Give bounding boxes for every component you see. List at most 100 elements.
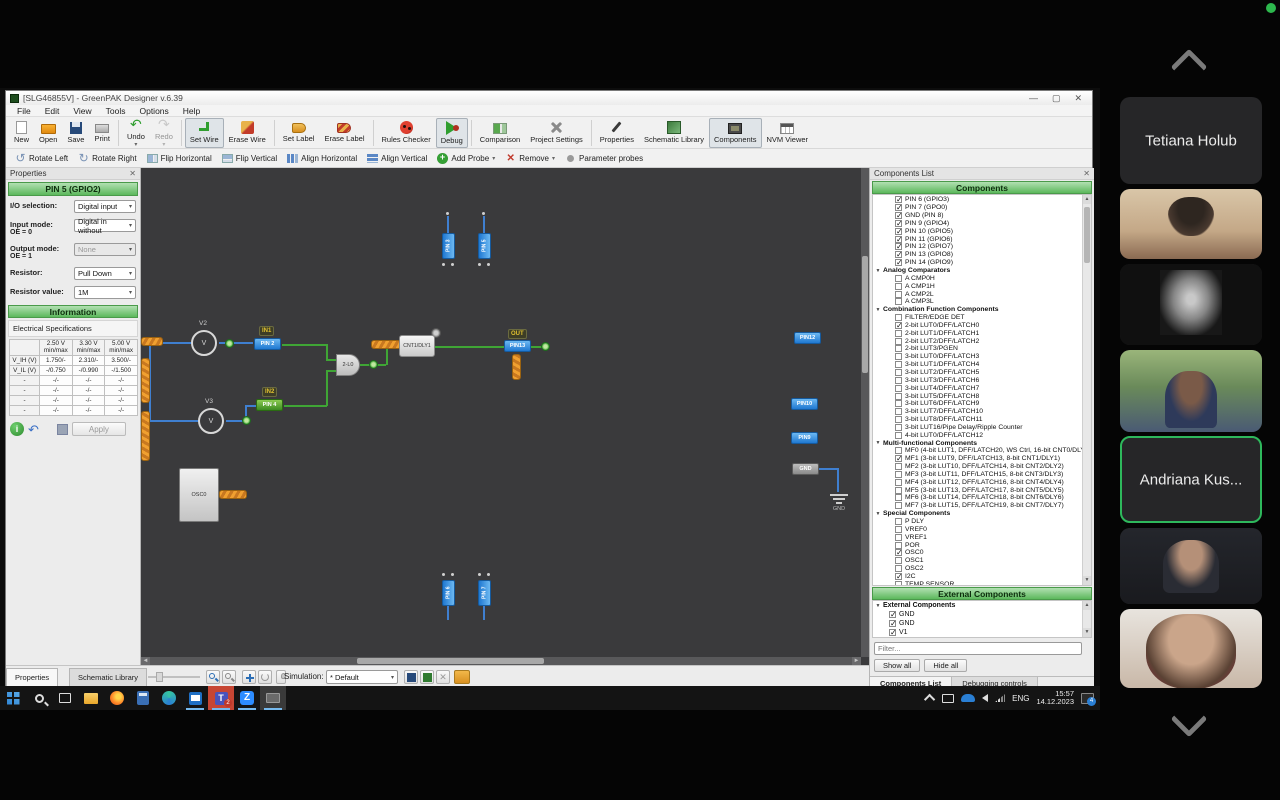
component-item[interactable]: 3-bit LUT2/DFF/LATCH5 — [873, 369, 1091, 377]
properties-button[interactable]: Properties — [595, 118, 639, 148]
external-list-scrollbar[interactable]: ▲▼ — [1082, 601, 1091, 637]
checkbox[interactable] — [895, 487, 902, 494]
checkbox[interactable] — [895, 494, 902, 501]
pin10-block[interactable]: PIN10 — [791, 398, 818, 410]
checkbox[interactable] — [895, 557, 902, 564]
participant-tile[interactable] — [1120, 189, 1262, 259]
checkbox[interactable] — [895, 259, 902, 266]
voltage-source-v3[interactable]: V — [198, 408, 224, 434]
checkbox[interactable] — [895, 463, 902, 470]
checkbox[interactable] — [895, 479, 902, 486]
component-item[interactable]: TEMP SENSOR — [873, 580, 1091, 586]
component-item[interactable]: GND — [873, 610, 1091, 619]
checkbox[interactable] — [895, 385, 902, 392]
field-select-3[interactable]: Pull Down▾ — [74, 267, 136, 280]
checkbox[interactable] — [889, 629, 896, 636]
participant-tile[interactable] — [1120, 264, 1262, 345]
checkbox[interactable] — [895, 345, 902, 352]
parameter-probes-button[interactable]: Parameter probes — [560, 150, 648, 166]
participant-tile[interactable]: Tetiana Holub — [1120, 97, 1262, 184]
checkbox[interactable] — [895, 549, 902, 556]
component-item[interactable]: 2-bit LUT3/PGEN — [873, 345, 1091, 353]
component-item[interactable]: PIN 13 (GPIO8) — [873, 251, 1091, 259]
onedrive-icon[interactable] — [961, 694, 975, 702]
checkbox[interactable] — [895, 361, 902, 368]
component-item[interactable]: 3-bit LUT8/DFF/LATCH11 — [873, 416, 1091, 424]
component-section[interactable]: ▼External Components — [873, 601, 1091, 610]
participant-tile[interactable] — [1120, 350, 1262, 432]
checkbox[interactable] — [895, 424, 902, 431]
set-label-button[interactable]: Set Label — [278, 118, 320, 148]
taskbar-media-app-button[interactable] — [260, 686, 286, 710]
menu-file[interactable]: File — [10, 106, 38, 116]
comparison-button[interactable]: Comparison — [475, 118, 525, 148]
taskbar-edge-button[interactable] — [156, 686, 182, 710]
external-resistor[interactable] — [371, 340, 401, 349]
taskbar-outlook-button[interactable] — [182, 686, 208, 710]
taskbar-start-button[interactable] — [0, 686, 26, 710]
checkbox[interactable] — [895, 283, 902, 290]
component-item[interactable]: V2 — [873, 637, 1091, 638]
component-item[interactable]: PIN 14 (GPIO9) — [873, 259, 1091, 267]
pan-tool-button[interactable] — [242, 670, 256, 684]
close-button[interactable]: ✕ — [1074, 92, 1082, 104]
participants-scroll-down-icon[interactable] — [1168, 714, 1212, 736]
component-item[interactable]: PIN 6 (GPIO3) — [873, 196, 1091, 204]
tab-properties[interactable]: Properties — [6, 668, 58, 687]
project-settings-button[interactable]: Project Settings — [525, 118, 588, 148]
osc-external-resistor[interactable] — [219, 490, 247, 499]
component-item[interactable]: 2-bit LUT2/DFF/LATCH2 — [873, 337, 1091, 345]
erase-label-button[interactable]: Erase Label — [319, 118, 369, 148]
component-section[interactable]: ▼Multi-functional Components — [873, 439, 1091, 447]
component-section[interactable]: ▼Combination Function Components — [873, 306, 1091, 314]
component-item[interactable]: 2-bit LUT1/DFF/LATCH1 — [873, 329, 1091, 337]
apply-button[interactable]: Apply — [72, 422, 126, 436]
schematic-library-button[interactable]: Schematic Library — [639, 118, 709, 148]
remove-button[interactable]: ✕Remove▾ — [500, 150, 560, 166]
pin7-block[interactable]: PIN 7 — [478, 580, 491, 606]
component-item[interactable]: 3-bit LUT1/DFF/LATCH4 — [873, 361, 1091, 369]
component-item[interactable]: GND — [873, 619, 1091, 628]
display-icon[interactable] — [942, 694, 954, 703]
component-item[interactable]: P DLY — [873, 518, 1091, 526]
chevron-down-icon[interactable]: ▾ — [552, 155, 555, 162]
erase-wire-button[interactable]: Erase Wire — [224, 118, 271, 148]
pin3-block[interactable]: PIN 3 — [442, 233, 455, 259]
component-section[interactable]: ▼Special Components — [873, 510, 1091, 518]
checkbox[interactable] — [895, 455, 902, 462]
component-item[interactable]: A CMP3L — [873, 298, 1091, 306]
probe[interactable] — [541, 342, 550, 351]
component-item[interactable]: PIN 9 (GPIO4) — [873, 220, 1091, 228]
pin4-block[interactable]: PIN 4 — [256, 399, 283, 411]
language-indicator[interactable]: ENG — [1012, 694, 1029, 703]
component-item[interactable]: MF1 (3-bit LUT9, DFF/LATCH13, 8-bit CNT1… — [873, 455, 1091, 463]
participant-tile[interactable] — [1120, 528, 1262, 604]
menu-tools[interactable]: Tools — [99, 106, 133, 116]
component-item[interactable]: MF4 (3-bit LUT12, DFF/LATCH16, 8-bit CNT… — [873, 478, 1091, 486]
flip-vertical-button[interactable]: Flip Vertical — [217, 150, 282, 166]
checkbox[interactable] — [895, 502, 902, 509]
clear-simulation-button[interactable]: ✕ — [436, 670, 450, 684]
component-item[interactable]: 3-bit LUT0/DFF/LATCH3 — [873, 353, 1091, 361]
checkbox[interactable] — [895, 432, 902, 439]
field-select-1[interactable]: Digital in without▾ — [74, 219, 136, 232]
component-item[interactable]: PIN 7 (GPO0) — [873, 204, 1091, 212]
scroll-down-icon[interactable]: ▼ — [1083, 576, 1091, 585]
tab-schematic-library[interactable]: Schematic Library — [69, 668, 147, 687]
component-item[interactable]: A CMP1H — [873, 282, 1091, 290]
component-item[interactable]: 3-bit LUT7/DFF/LATCH10 — [873, 408, 1091, 416]
component-item[interactable]: 3-bit LUT4/DFF/LATCH7 — [873, 384, 1091, 392]
probe[interactable] — [225, 339, 234, 348]
component-item[interactable]: I2C — [873, 573, 1091, 581]
scroll-up-icon[interactable]: ▲ — [1083, 601, 1091, 610]
component-item[interactable]: PIN 10 (GPIO5) — [873, 227, 1091, 235]
clock[interactable]: 15:5714.12.2023 — [1036, 690, 1074, 707]
checkbox[interactable] — [895, 338, 902, 345]
checkbox[interactable] — [895, 573, 902, 580]
scrollbar-thumb[interactable] — [1084, 207, 1090, 263]
pin5-block[interactable]: PIN 5 — [478, 233, 491, 259]
save-button[interactable]: Save — [62, 118, 89, 148]
field-select-0[interactable]: Digital input▾ — [74, 200, 136, 213]
osc0-block[interactable]: OSC0 — [179, 468, 219, 522]
revert-icon[interactable]: ↶ — [28, 423, 39, 436]
